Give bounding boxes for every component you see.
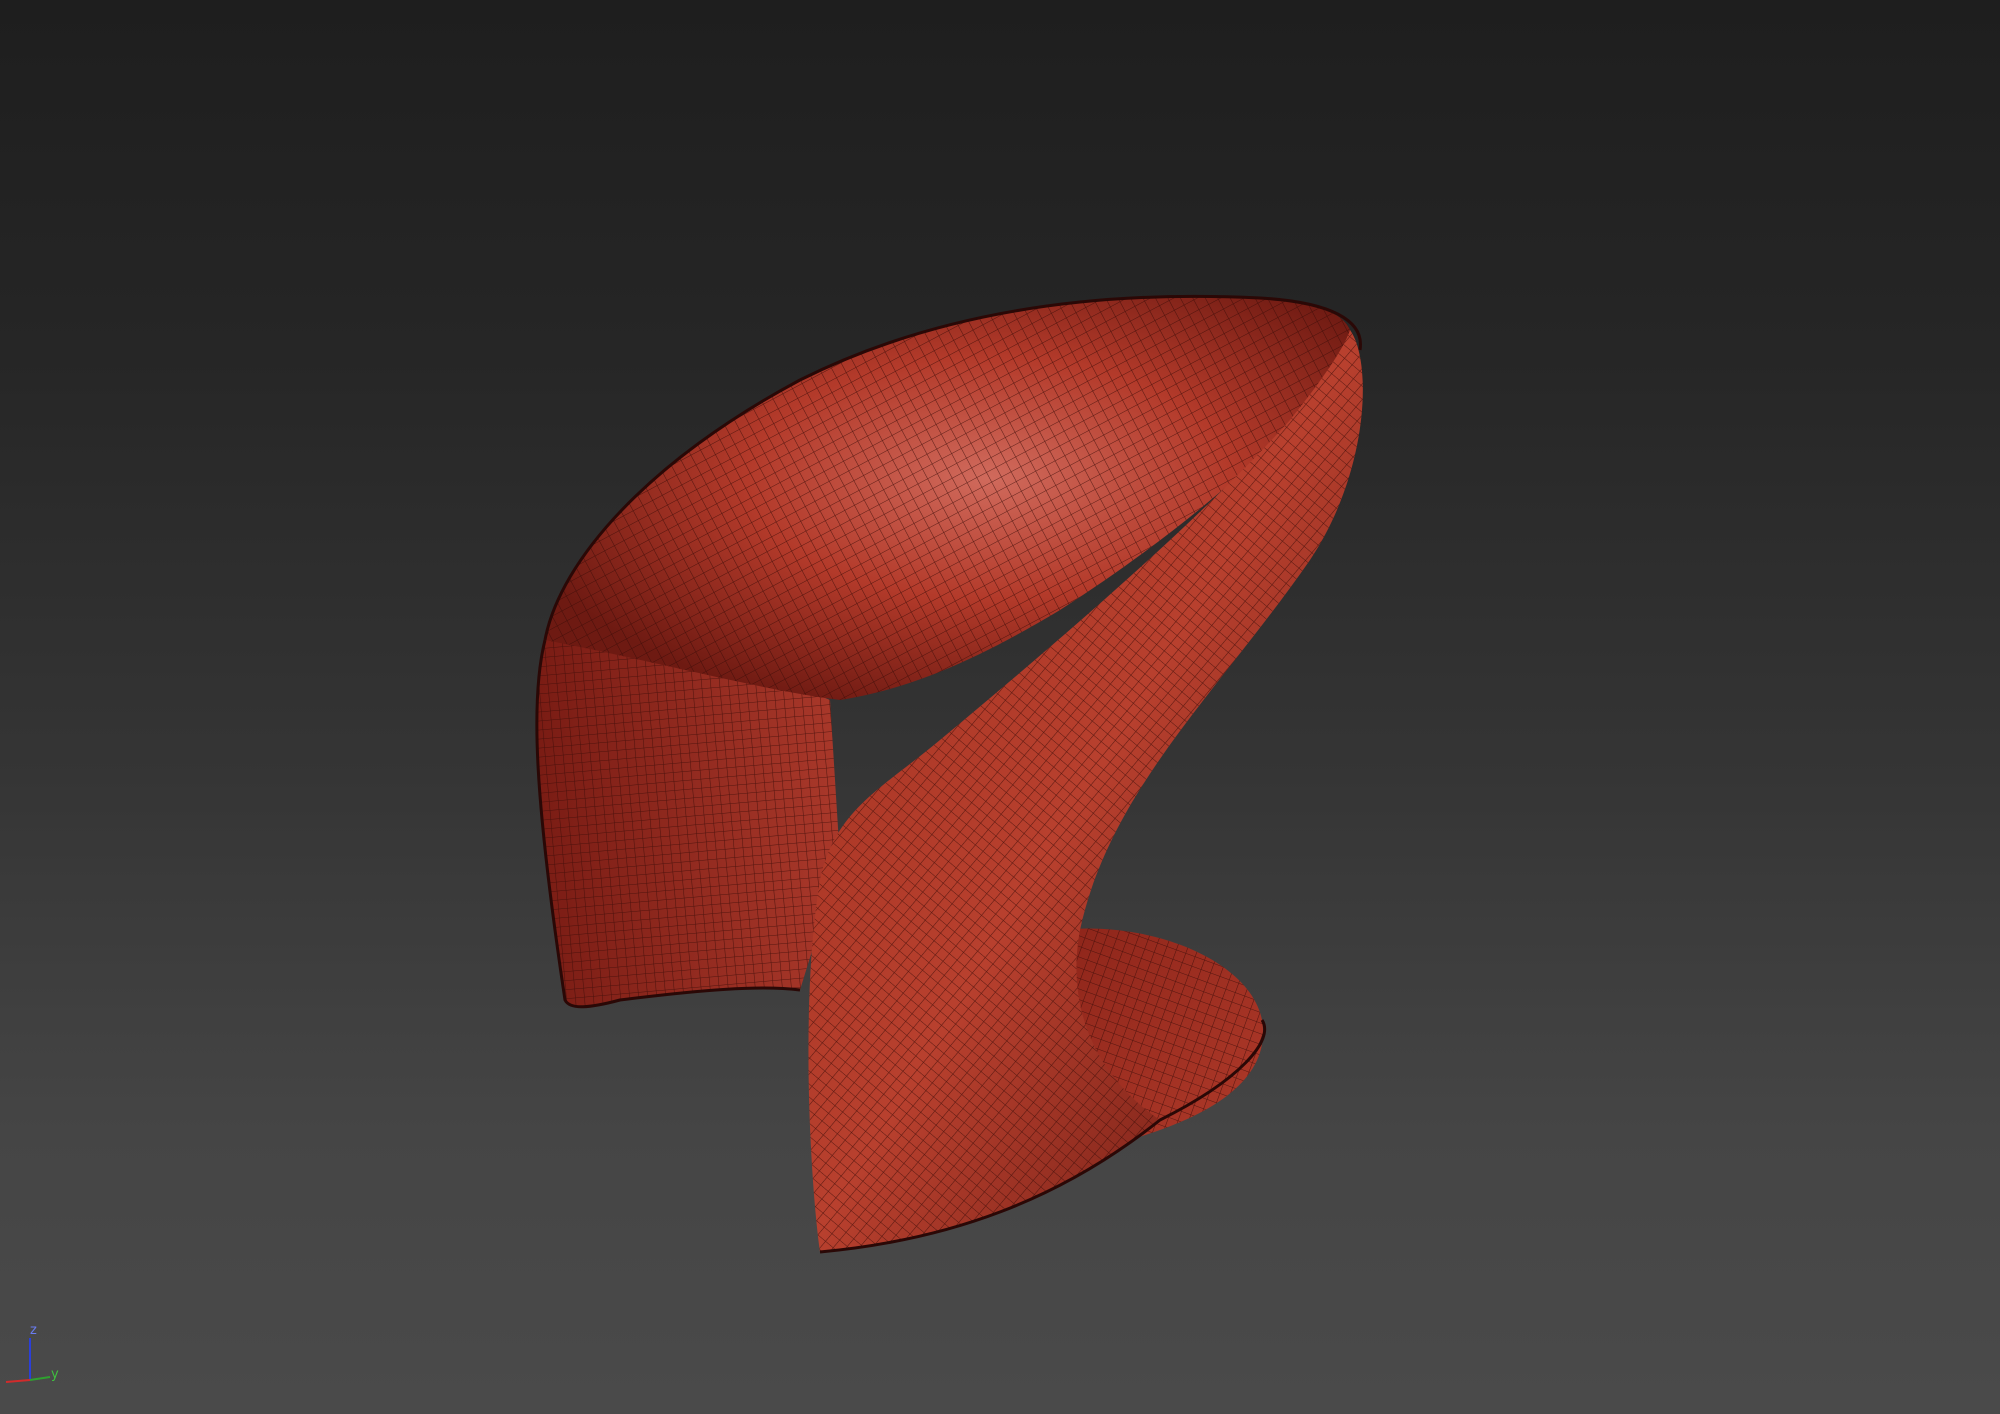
x-axis-line (5, 1379, 31, 1383)
y-axis-line (29, 1376, 51, 1381)
axis-gizmo: z y (5, 1323, 59, 1383)
chair-left-panel (536, 640, 840, 1007)
z-axis-label: z (30, 1323, 37, 1338)
chair-model[interactable] (535, 294, 1363, 1254)
y-axis-label: y (51, 1367, 59, 1382)
viewport-canvas[interactable] (0, 0, 2000, 1414)
3d-viewport[interactable]: z y (0, 0, 2000, 1414)
